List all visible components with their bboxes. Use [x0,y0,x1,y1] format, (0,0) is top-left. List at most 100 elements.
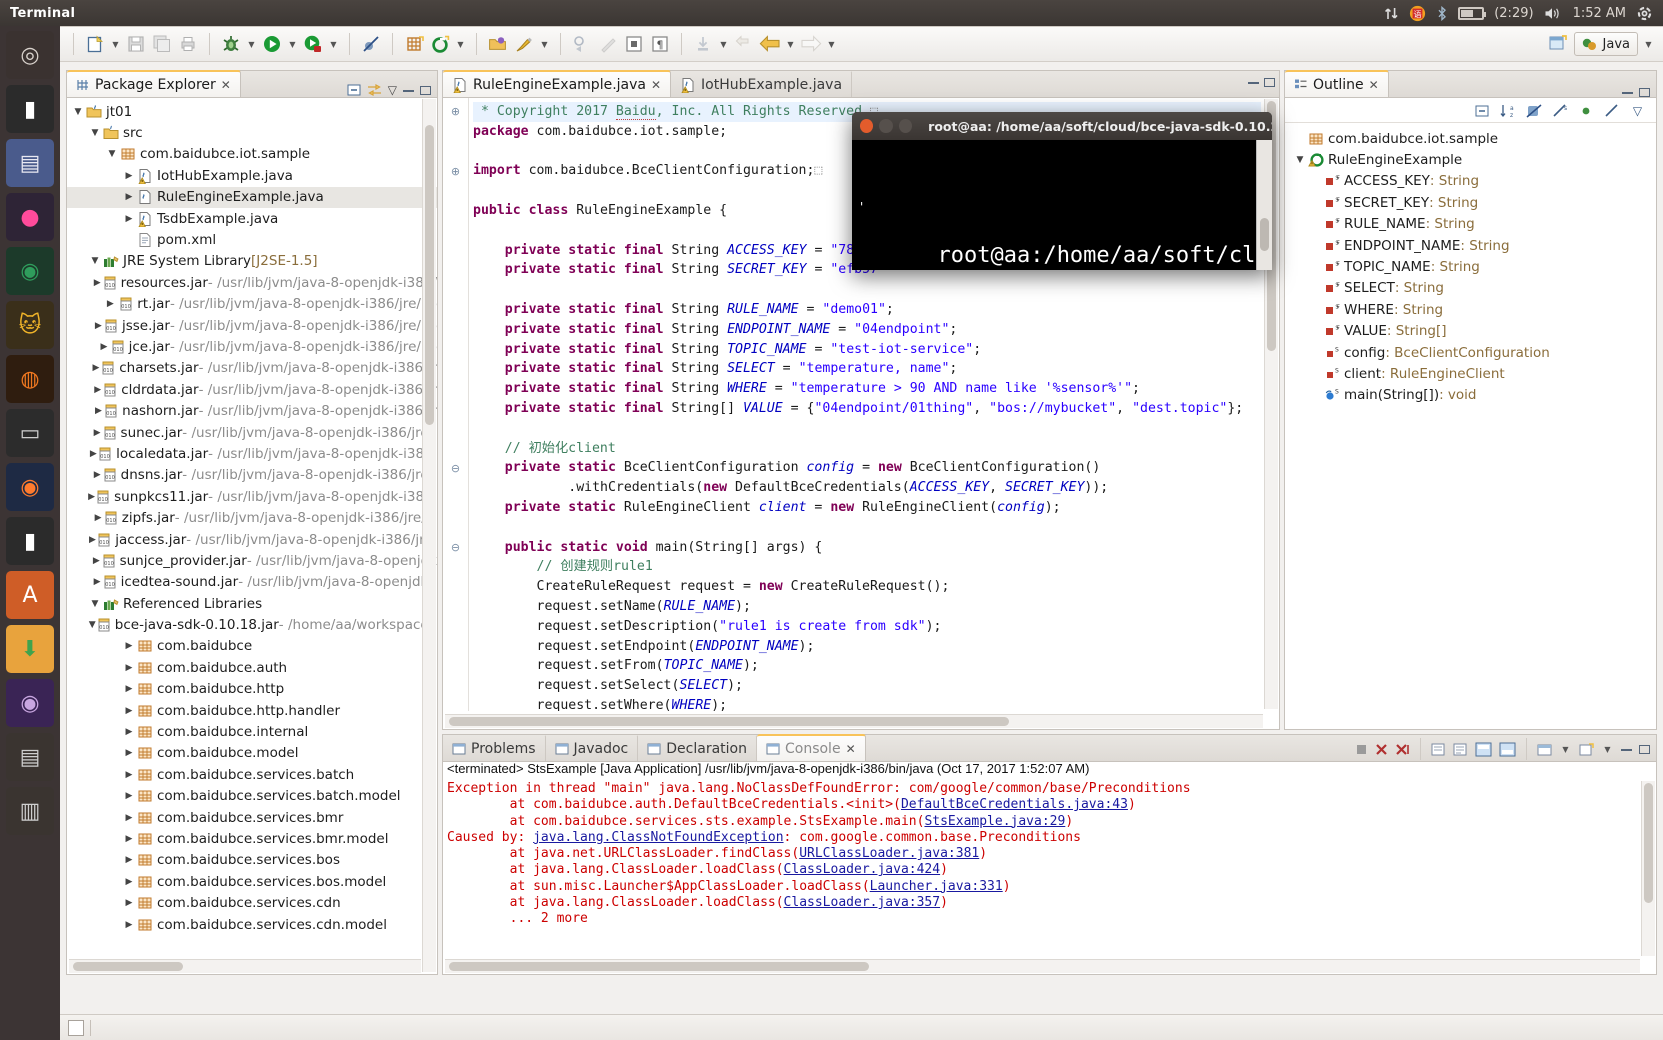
expand-arrow-closed-icon[interactable] [122,791,136,801]
new-icon[interactable] [83,32,107,56]
expand-arrow-open-icon[interactable] [88,256,102,266]
coverage-dropdown[interactable]: ▼ [327,32,340,56]
expand-arrow-closed-icon[interactable] [122,192,136,202]
tab-declaration[interactable]: Declaration [638,734,757,761]
remove-all-terminated-icon[interactable] [1395,743,1410,756]
open-type-icon[interactable] [486,32,510,56]
expand-arrow-open-icon[interactable] [89,620,96,630]
tree-item[interactable]: jt01 [67,101,437,122]
scroll-lock-icon[interactable] [1453,743,1468,756]
tree-item[interactable]: com.baidubce.http.handler [67,700,437,721]
expand-arrow-closed-icon[interactable] [122,877,136,887]
firefox-icon[interactable]: ◉ [6,463,54,511]
maximize-button[interactable] [898,119,913,133]
tree-item[interactable]: RuleEngineExample.java [67,186,437,208]
tree-item[interactable]: 010 jsse.jar - /usr/lib/jvm/java-8-openjd… [67,315,437,336]
tree-item[interactable]: 010 sunpkcs11.jar - /usr/lib/jvm/java-8-o… [67,486,437,507]
tree-item[interactable]: com.baidubce.services.bos.model [67,871,437,892]
fold-collapse-icon[interactable]: ⊖ [443,538,468,558]
tree-item[interactable]: 010 localedata.jar - /usr/lib/jvm/java-8-… [67,443,437,464]
editor-minimize-maximize[interactable] [1248,73,1277,97]
solar-icon[interactable]: ◍ [6,355,54,403]
expand-arrow-open-icon[interactable] [88,599,102,609]
tree-item[interactable]: com.baidubce.model [67,743,437,764]
tree-item[interactable]: 010 jce.jar - /usr/lib/jvm/java-8-openjdk… [67,336,437,357]
downloads-icon[interactable]: ⬇ [6,625,54,673]
console-link[interactable]: java.lang.ClassNotFoundException [533,830,783,845]
tree-item[interactable]: com.baidubce.auth [67,657,437,678]
console-output[interactable]: Exception in thread "main" java.lang.NoC… [447,781,1642,958]
coverage-icon[interactable] [301,32,325,56]
outline-tree[interactable]: com.baidubce.iot.sample RuleEngineExample… [1285,125,1656,729]
expand-arrow-closed-icon[interactable] [122,748,136,758]
skip-breakpoints-icon[interactable] [359,32,383,56]
minimize-icon[interactable] [1621,748,1632,751]
terminal-scrollbar[interactable] [1256,140,1272,270]
print-icon[interactable] [176,32,200,56]
expand-arrow-closed-icon[interactable] [92,363,101,373]
expand-arrow-closed-icon[interactable] [92,556,101,566]
expand-arrow-closed-icon[interactable] [88,492,95,502]
expand-arrow-closed-icon[interactable] [93,428,102,438]
last-edit-location-icon[interactable] [691,32,715,56]
expand-arrow-open-icon[interactable] [1293,155,1307,165]
collapse-all-icon[interactable] [347,83,361,97]
package-explorer-tree[interactable]: jt01 src com.baidubce.iot.sample IotHubExam… [67,98,437,974]
view-menu-icon[interactable]: ▽ [388,83,397,97]
close-icon[interactable]: ✕ [1369,78,1379,92]
tree-item[interactable]: 010 zipfs.jar - /usr/lib/jvm/java-8-openj… [67,507,437,528]
forward-icon[interactable] [799,32,823,56]
terminal-window[interactable]: root@aa: /home/aa/soft/cloud/bce-java-sd… [852,112,1272,270]
expand-arrow-closed-icon[interactable] [93,278,102,288]
next-annotation-icon[interactable] [570,32,594,56]
search-dropdown[interactable]: ▼ [538,32,551,56]
tree-item[interactable]: src [67,122,437,143]
expand-arrow-closed-icon[interactable] [94,321,103,331]
minimize-icon[interactable] [1622,91,1633,94]
tree-item[interactable]: com.baidubce.services.batch.model [67,786,437,807]
close-icon[interactable]: ✕ [846,742,856,756]
previous-edit-icon[interactable] [732,32,756,56]
run-dropdown[interactable]: ▼ [286,32,299,56]
new-java-package-icon[interactable] [402,32,426,56]
tab-outline[interactable]: Outline ✕ [1285,70,1389,97]
tree-item[interactable]: Referenced Libraries [67,593,437,614]
collapse-all-icon[interactable] [1473,102,1490,119]
tree-item[interactable]: com.baidubce.iot.sample [67,144,437,165]
expand-arrow-closed-icon[interactable] [122,684,136,694]
expand-arrow-closed-icon[interactable] [122,855,136,865]
fold-expand-icon[interactable]: ⊕ [443,102,468,122]
close-icon[interactable]: ✕ [221,78,231,92]
tree-item[interactable]: 010 resources.jar - /usr/lib/jvm/java-8-o… [67,272,437,293]
tree-item[interactable]: JRE System Library [J2SE-1.5] [67,251,437,272]
open-console-dropdown[interactable]: ▼ [1559,737,1572,761]
last-edit-dropdown[interactable]: ▼ [717,32,730,56]
close-icon[interactable]: ✕ [651,78,661,92]
tree-item[interactable]: pom.xml [67,229,437,250]
view-menu-icon[interactable]: ▽ [1629,102,1646,119]
debug-icon[interactable] [219,32,243,56]
tree-item[interactable]: com.baidubce.services.bmr.model [67,828,437,849]
show-whitespace-icon[interactable]: ¶ [648,32,672,56]
perspective-java[interactable]: Java [1573,32,1638,56]
rhythmbox-icon[interactable]: ● [6,193,54,241]
search-icon[interactable] [512,32,536,56]
expand-arrow-closed-icon[interactable] [122,813,136,823]
outline-item[interactable]: S F ENDPOINT_NAME : String [1285,235,1656,256]
package-explorer-hscrollbar[interactable] [69,959,421,973]
hide-fields-icon[interactable] [1525,102,1542,119]
expand-arrow-open-icon[interactable] [88,128,102,138]
outline-item[interactable]: RuleEngineExample [1285,149,1656,170]
tree-item[interactable]: 010 sunec.jar - /usr/lib/jvm/java-8-openj… [67,422,437,443]
expand-arrow-closed-icon[interactable] [98,342,109,352]
terminal-titlebar[interactable]: root@aa: /home/aa/soft/cloud/bce-java-sd… [852,112,1272,140]
tree-item[interactable]: 010 dnsns.jar - /usr/lib/jvm/java-8-openj… [67,465,437,486]
tab-problems[interactable]: Problems [443,734,546,761]
expand-arrow-closed-icon[interactable] [122,663,136,673]
back-icon[interactable] [758,32,782,56]
console-link[interactable]: Launcher.java:331 [870,879,1003,894]
hide-nonpublic-icon[interactable] [1577,102,1594,119]
tree-item[interactable]: com.baidubce.internal [67,721,437,742]
expand-arrow-closed-icon[interactable] [122,727,136,737]
outline-item[interactable]: Smain(String[]) : void [1285,385,1656,406]
